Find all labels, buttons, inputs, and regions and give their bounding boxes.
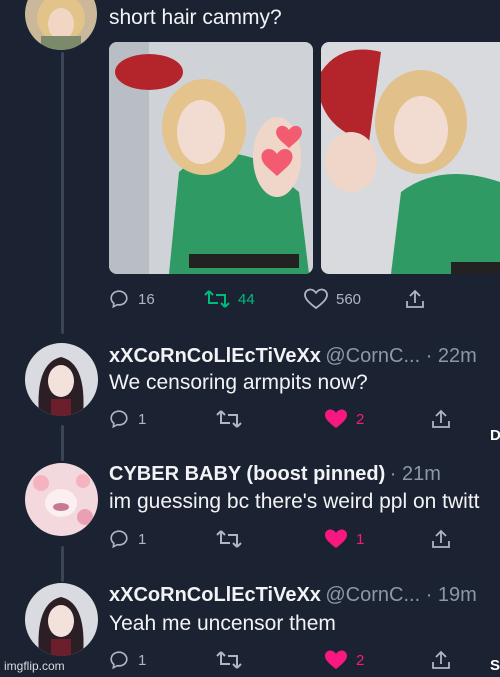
reply-3-share-button[interactable] xyxy=(430,645,452,675)
like-button[interactable]: 560 xyxy=(304,284,361,314)
reply-1-header: xXCoRnCoLlEcTiVeXx @CornC... · 22m xyxy=(109,345,477,368)
reply-2-reply-button[interactable]: 1 xyxy=(108,524,146,554)
retweet-icon xyxy=(216,528,242,550)
reply-3-header: xXCoRnCoLlEcTiVeXx @CornC... · 19m xyxy=(109,584,477,607)
share-icon xyxy=(430,408,452,430)
reply-1-like-count: 2 xyxy=(356,410,365,428)
heart-filled-icon xyxy=(324,408,348,430)
reply-3-retweet-button[interactable] xyxy=(216,645,242,675)
share-icon xyxy=(404,288,426,310)
reply-3-handle-time[interactable]: @CornC... · 19m xyxy=(325,584,476,606)
imgflip-watermark: imgflip.com xyxy=(4,659,65,673)
reply-2-retweet-button[interactable] xyxy=(216,524,242,554)
reply-3-like-count: 2 xyxy=(356,651,365,669)
reply-1-retweet-button[interactable] xyxy=(216,404,242,434)
reply-3-like-button[interactable]: 2 xyxy=(324,645,364,675)
retweet-icon xyxy=(204,288,230,310)
reply-2-text: im guessing bc there's weird ppl on twit… xyxy=(109,490,480,513)
reply-icon xyxy=(108,288,130,310)
like-count: 560 xyxy=(336,290,362,308)
reply-3-reply-button[interactable]: 1 xyxy=(108,645,146,675)
edge-letter-d: D xyxy=(490,427,500,444)
reply-3-display-name[interactable]: xXCoRnCoLlEcTiVeXx xyxy=(109,584,321,606)
original-tweet-text: short hair cammy? xyxy=(109,6,282,29)
cosplay-photo-left[interactable] xyxy=(109,42,313,274)
reply-3-text: Yeah me uncensor them xyxy=(109,612,336,635)
reply-2-avatar[interactable] xyxy=(25,463,98,536)
reply-3-avatar[interactable] xyxy=(25,583,98,656)
heart-filled-icon xyxy=(324,528,348,550)
reply-1-avatar[interactable] xyxy=(25,343,98,416)
thread-line-top xyxy=(61,52,64,334)
retweet-button[interactable]: 44 xyxy=(204,284,255,314)
reply-1-reply-button[interactable]: 1 xyxy=(108,404,146,434)
reply-2-display-name[interactable]: CYBER BABY (boost pinned) xyxy=(109,463,385,485)
cosplay-photo-right[interactable] xyxy=(321,42,500,274)
reply-icon xyxy=(108,528,130,550)
retweet-count: 44 xyxy=(238,290,255,308)
reply-1-handle-time[interactable]: @CornC... · 22m xyxy=(325,345,476,367)
reply-1-share-button[interactable] xyxy=(430,404,452,434)
reply-2-header: CYBER BABY (boost pinned) · 21m xyxy=(109,463,441,486)
reply-3-reply-count: 1 xyxy=(138,651,147,669)
share-icon xyxy=(430,528,452,550)
reply-2-reply-count: 1 xyxy=(138,530,147,548)
original-tweet-actions: 16 44 560 xyxy=(108,284,488,314)
reply-1-text: We censoring armpits now? xyxy=(109,371,368,394)
reply-2-like-button[interactable]: 1 xyxy=(324,524,364,554)
reply-icon xyxy=(108,408,130,430)
edge-letter-s: S xyxy=(490,657,500,674)
thread-line-bottom xyxy=(61,546,64,582)
heart-outline-icon xyxy=(304,288,328,310)
reply-count: 16 xyxy=(138,290,155,308)
reply-2-share-button[interactable] xyxy=(430,524,452,554)
retweet-icon xyxy=(216,649,242,671)
reply-1-like-button[interactable]: 2 xyxy=(324,404,364,434)
retweet-icon xyxy=(216,408,242,430)
reply-2-actions: 1 1 xyxy=(108,524,488,554)
thread-line-middle xyxy=(61,425,64,461)
heart-filled-icon xyxy=(324,649,348,671)
reply-3-actions: 1 2 xyxy=(108,645,488,675)
reply-button[interactable]: 16 xyxy=(108,284,155,314)
reply-1-actions: 1 2 xyxy=(108,404,488,434)
reply-icon xyxy=(108,649,130,671)
share-button[interactable] xyxy=(404,284,426,314)
reply-1-reply-count: 1 xyxy=(138,410,147,428)
reply-2-like-count: 1 xyxy=(356,530,365,548)
reply-2-handle-time[interactable]: · 21m xyxy=(390,463,441,485)
reply-1-display-name[interactable]: xXCoRnCoLlEcTiVeXx xyxy=(109,345,321,367)
share-icon xyxy=(430,649,452,671)
original-author-avatar[interactable] xyxy=(25,0,97,50)
